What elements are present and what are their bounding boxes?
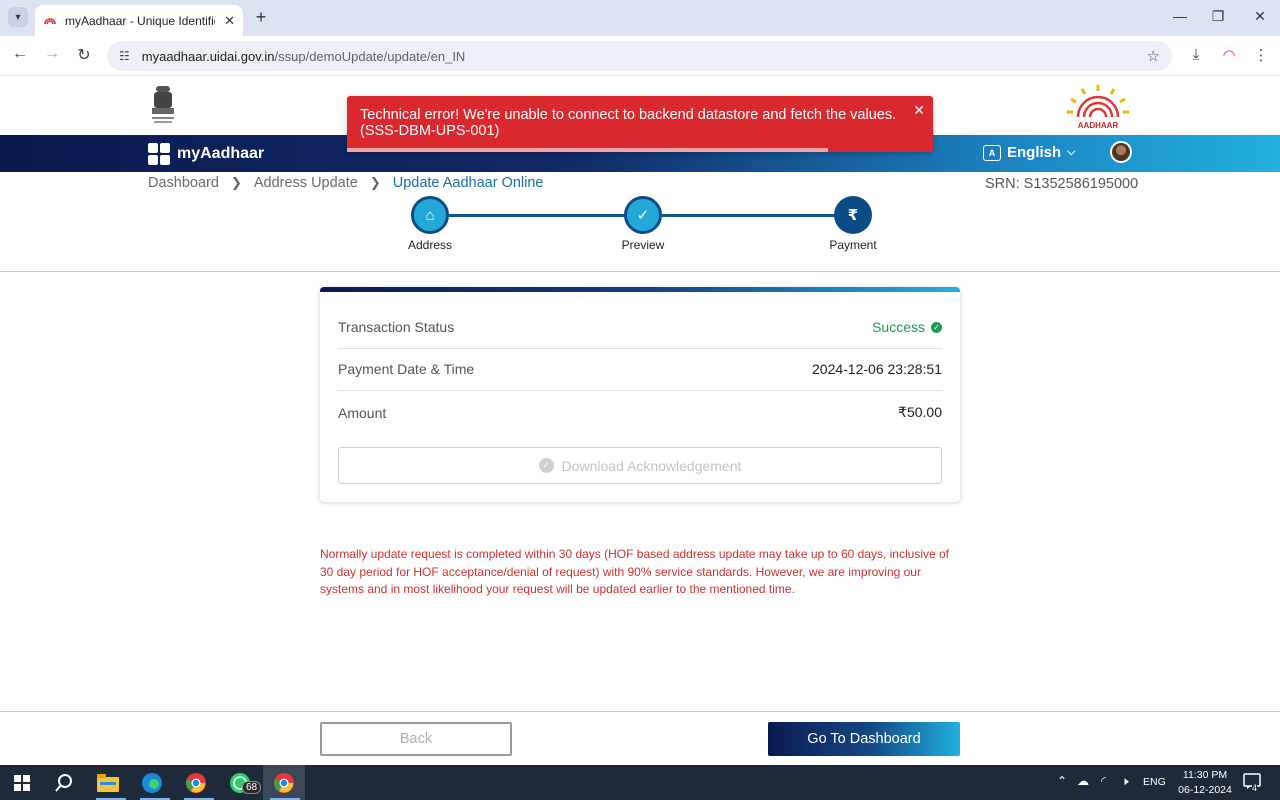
volume-icon[interactable]: 🕨 [1121,774,1129,789]
check-icon: ✓ [636,207,650,224]
tab-close-icon[interactable]: ✕ [224,13,235,29]
back-button[interactable]: Back [320,722,512,756]
apps-grid-icon [148,143,170,165]
card-accent-bar [320,287,960,292]
go-to-dashboard-button[interactable]: Go To Dashboard [768,722,960,756]
restore-icon[interactable]: ❐ [1208,8,1228,25]
reload-icon[interactable]: ↻ [73,45,95,65]
browser-toolbar: ← → ↻ ☷ myaadhaar.uidai.gov.in/ssup/demo… [0,36,1280,76]
payment-date-label: Payment Date & Time [338,361,475,377]
transaction-card: Transaction Status Success ✓ Payment Dat… [320,287,960,502]
wifi-icon[interactable]: ◜ [1101,774,1106,788]
whatsapp-unread-badge: 68 [242,781,262,794]
divider [0,711,1280,712]
step-preview: ✓ [624,196,662,234]
file-explorer-icon[interactable] [93,769,123,796]
svg-text:AADHAAR: AADHAAR [1078,121,1119,129]
aadhaar-logo-icon: AADHAAR [1067,85,1129,129]
toast-progress-bar [347,148,828,152]
step-label-preview: Preview [621,238,665,252]
success-check-icon: ✓ [931,321,942,333]
brand-name: myAadhaar [177,145,265,162]
amount-value: ₹50.00 [898,404,942,420]
windows-start-icon[interactable] [7,769,37,796]
home-icon: ⌂ [425,206,435,224]
onedrive-cloud-icon[interactable]: ☁ [1077,774,1089,788]
tab-search-icon[interactable]: ▾ [8,7,28,27]
step-connector [449,214,625,217]
step-address: ⌂ [411,196,449,234]
system-clock[interactable]: 11:30 PM 06-12-2024 [1170,768,1240,798]
breadcrumb-address-update[interactable]: Address Update [254,175,358,191]
clock-date: 06-12-2024 [1178,784,1232,796]
step-payment: ₹ [834,196,872,234]
national-emblem-icon [152,86,174,123]
address-bar[interactable]: ☷ myaadhaar.uidai.gov.in/ssup/demoUpdate… [107,41,1172,71]
close-window-icon[interactable]: ✕ [1250,8,1270,25]
translate-icon: A [983,144,1001,161]
step-label-address: Address [407,238,453,252]
payment-date-row: Payment Date & Time 2024-12-06 23:28:51 [338,348,942,391]
chrome-aadhaar-window-icon[interactable] [269,769,299,796]
chevron-down-icon: ⌵ [1067,146,1076,158]
step-connector [662,214,836,217]
tab-title: myAadhaar - Unique Identificati [65,13,215,28]
error-toast: Technical error! We're unable to connect… [347,96,933,152]
transaction-status-row: Transaction Status Success ✓ [338,306,942,349]
language-label: English [1007,144,1062,161]
forward-arrow-icon[interactable]: → [41,45,63,63]
aadhaar-favicon-icon [44,17,56,24]
edge-browser-icon[interactable] [137,769,167,796]
extension-aadhaar-icon[interactable]: ◠ [1219,46,1239,64]
notification-count: 4 [1252,783,1258,793]
transaction-status-label: Transaction Status [338,319,455,335]
processing-notice: Normally update request is completed wit… [320,547,949,596]
tray-chevron-up-icon[interactable]: ⌃ [1057,774,1067,788]
breadcrumb-dashboard[interactable]: Dashboard [148,175,219,191]
toast-close-icon[interactable]: ✕ [913,102,925,119]
toast-message: Technical error! We're unable to connect… [360,107,897,139]
srn-number: SRN: S1352586195000 [985,176,1139,192]
url-text: myaadhaar.uidai.gov.in/ssup/demoUpdate/u… [141,48,466,64]
download-acknowledgement-label: Download Acknowledgement [561,457,742,474]
chrome-icon[interactable] [181,769,211,796]
check-circle-icon: ✓ [538,458,554,473]
step-label-payment: Payment [829,238,877,252]
transaction-status-value: Success ✓ [872,319,942,335]
minimize-icon[interactable]: — [1170,8,1190,24]
browser-tab[interactable]: myAadhaar - Unique Identificati ✕ [35,5,243,36]
language-selector[interactable]: A English ⌵ [983,144,1076,161]
menu-kebab-icon[interactable]: ⋮ [1251,46,1271,64]
browser-tabstrip: ▾ myAadhaar - Unique Identificati ✕ + — … [0,0,1280,36]
breadcrumb: Dashboard ❯ Address Update ❯ Update Aadh… [148,175,543,191]
amount-label: Amount [338,404,387,421]
amount-row: Amount ₹50.00 [338,391,942,434]
search-icon[interactable] [49,769,79,796]
breadcrumb-current: Update Aadhaar Online [392,175,544,191]
input-language[interactable]: ENG [1143,776,1166,788]
payment-date-value: 2024-12-06 23:28:51 [812,361,942,377]
brand-link[interactable]: myAadhaar [148,143,264,165]
new-tab-icon[interactable]: + [251,7,271,28]
bookmark-star-icon[interactable]: ☆ [1147,47,1160,65]
chevron-right-icon: ❯ [369,175,381,190]
clock-time: 11:30 PM [1182,769,1228,781]
download-acknowledgement-button[interactable]: ✓ Download Acknowledgement [338,447,942,484]
chevron-right-icon: ❯ [230,175,242,190]
back-arrow-icon[interactable]: ← [9,45,31,63]
user-avatar[interactable] [1110,141,1132,163]
divider [0,271,1280,272]
download-icon[interactable]: ⤓ [1186,46,1206,63]
site-info-icon[interactable]: ☷ [119,49,130,63]
rupee-icon: ₹ [847,207,859,224]
